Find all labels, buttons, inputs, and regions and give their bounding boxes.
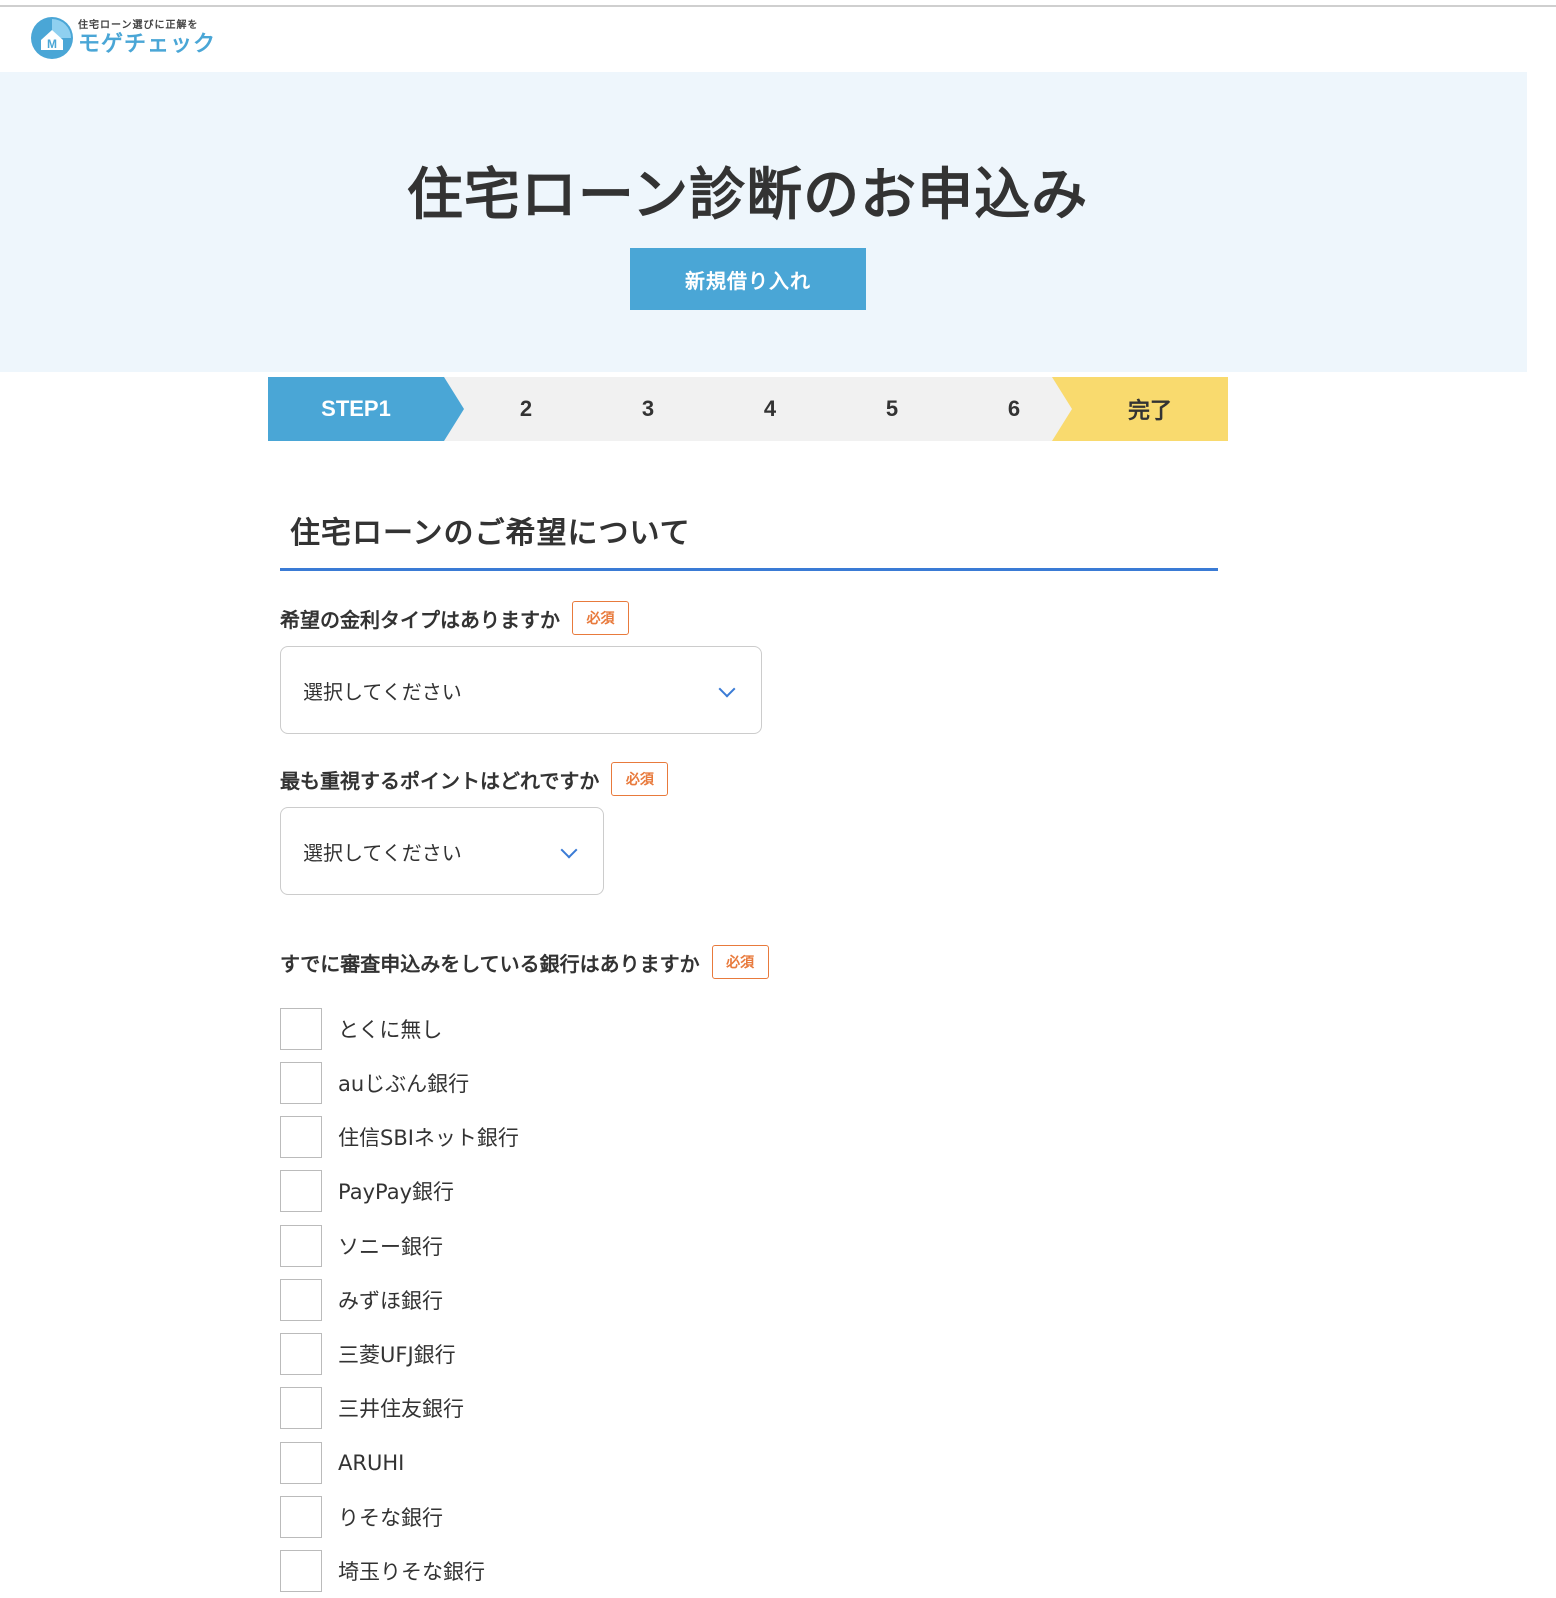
logo-name: モゲチェック: [78, 31, 217, 57]
step-complete: 完了: [1052, 377, 1228, 441]
rate-type-select[interactable]: 選択してください: [280, 646, 762, 734]
bank-option-label: とくに無し: [338, 1018, 443, 1042]
loan-type-badge: 新規借り入れ: [630, 248, 866, 310]
step-3: 3: [641, 396, 655, 421]
site-header: M 住宅ローン選びに正解を モゲチェック: [0, 7, 1556, 72]
question-rate-type-label: 希望の金利タイプはありますか: [280, 607, 560, 632]
question-priority-label: 最も重視するポイントはどれですか: [280, 768, 600, 793]
required-badge: 必須: [611, 762, 669, 796]
step-4: 4: [763, 396, 777, 421]
question-priority: 最も重視するポイントはどれですか 必須: [280, 761, 669, 797]
house-logo-icon: M: [30, 16, 74, 60]
required-badge: 必須: [711, 945, 769, 979]
bank-option-paypay[interactable]: PayPay銀行: [280, 1170, 454, 1212]
bank-option-aruhi[interactable]: ARUHI: [280, 1442, 404, 1484]
chevron-down-icon: [560, 841, 578, 859]
bank-option-sbi[interactable]: 住信SBIネット銀行: [280, 1116, 519, 1158]
bank-option-label: auじぶん銀行: [338, 1072, 470, 1096]
checkbox[interactable]: [280, 1550, 322, 1592]
required-badge: 必須: [572, 601, 629, 635]
priority-select[interactable]: 選択してください: [280, 807, 604, 895]
bank-option-au-jibun[interactable]: auじぶん銀行: [280, 1062, 469, 1104]
bank-option-mizuho[interactable]: みずほ銀行: [280, 1279, 443, 1321]
bank-option-label: 埼玉りそな銀行: [338, 1560, 485, 1584]
step-1-label: STEP1: [321, 396, 391, 421]
bank-option-saitama-resona[interactable]: 埼玉りそな銀行: [280, 1550, 485, 1592]
checkbox[interactable]: [280, 1279, 322, 1321]
bank-option-mufg[interactable]: 三菱UFJ銀行: [280, 1333, 456, 1375]
rate-type-select-value: 選択してください: [303, 679, 462, 704]
step-5: 5: [885, 396, 899, 421]
checkbox[interactable]: [280, 1333, 322, 1375]
step-progress-bar: STEP1 2 3 4 5 6 完了: [268, 377, 1228, 441]
question-rate-type: 希望の金利タイプはありますか 必須: [280, 600, 629, 636]
step-1-active: STEP1: [268, 377, 464, 441]
bank-option-label: ソニー銀行: [338, 1235, 443, 1259]
logo-tagline: 住宅ローン選びに正解を: [78, 19, 199, 31]
chevron-down-icon: [718, 680, 736, 698]
bank-option-label: ARUHI: [338, 1451, 405, 1475]
bank-option-none[interactable]: とくに無し: [280, 1008, 442, 1050]
section-title: 住宅ローンのご希望について: [290, 516, 691, 551]
checkbox[interactable]: [280, 1496, 322, 1538]
step-6: 6: [1007, 396, 1021, 421]
checkbox[interactable]: [280, 1225, 322, 1267]
svg-text:M: M: [47, 37, 57, 51]
bank-option-label: 住信SBIネット銀行: [338, 1126, 519, 1150]
bank-option-sony[interactable]: ソニー銀行: [280, 1225, 443, 1267]
bank-option-resona[interactable]: りそな銀行: [280, 1496, 443, 1538]
question-applied-banks-label: すでに審査申込みをしている銀行はありますか: [280, 951, 700, 976]
section-divider: [280, 568, 1218, 571]
bank-option-label: 三菱UFJ銀行: [338, 1343, 456, 1367]
page-title: 住宅ローン診断のお申込み: [406, 163, 1089, 228]
bank-option-label: みずほ銀行: [338, 1289, 443, 1313]
checkbox[interactable]: [280, 1442, 322, 1484]
bank-option-label: 三井住友銀行: [338, 1397, 464, 1421]
hero-banner: 住宅ローン診断のお申込み 新規借り入れ: [0, 72, 1527, 372]
step-complete-label: 完了: [1127, 399, 1172, 424]
priority-select-value: 選択してください: [303, 840, 462, 865]
step-2: 2: [519, 396, 533, 421]
checkbox[interactable]: [280, 1062, 322, 1104]
bank-option-smbc[interactable]: 三井住友銀行: [280, 1387, 464, 1429]
checkbox[interactable]: [280, 1116, 322, 1158]
question-applied-banks: すでに審査申込みをしている銀行はありますか 必須: [280, 944, 769, 980]
bank-option-label: りそな銀行: [338, 1506, 443, 1530]
checkbox[interactable]: [280, 1387, 322, 1429]
site-logo[interactable]: M 住宅ローン選びに正解を モゲチェック: [30, 16, 216, 60]
bank-option-label: PayPay銀行: [338, 1180, 455, 1204]
checkbox[interactable]: [280, 1008, 322, 1050]
checkbox[interactable]: [280, 1170, 322, 1212]
